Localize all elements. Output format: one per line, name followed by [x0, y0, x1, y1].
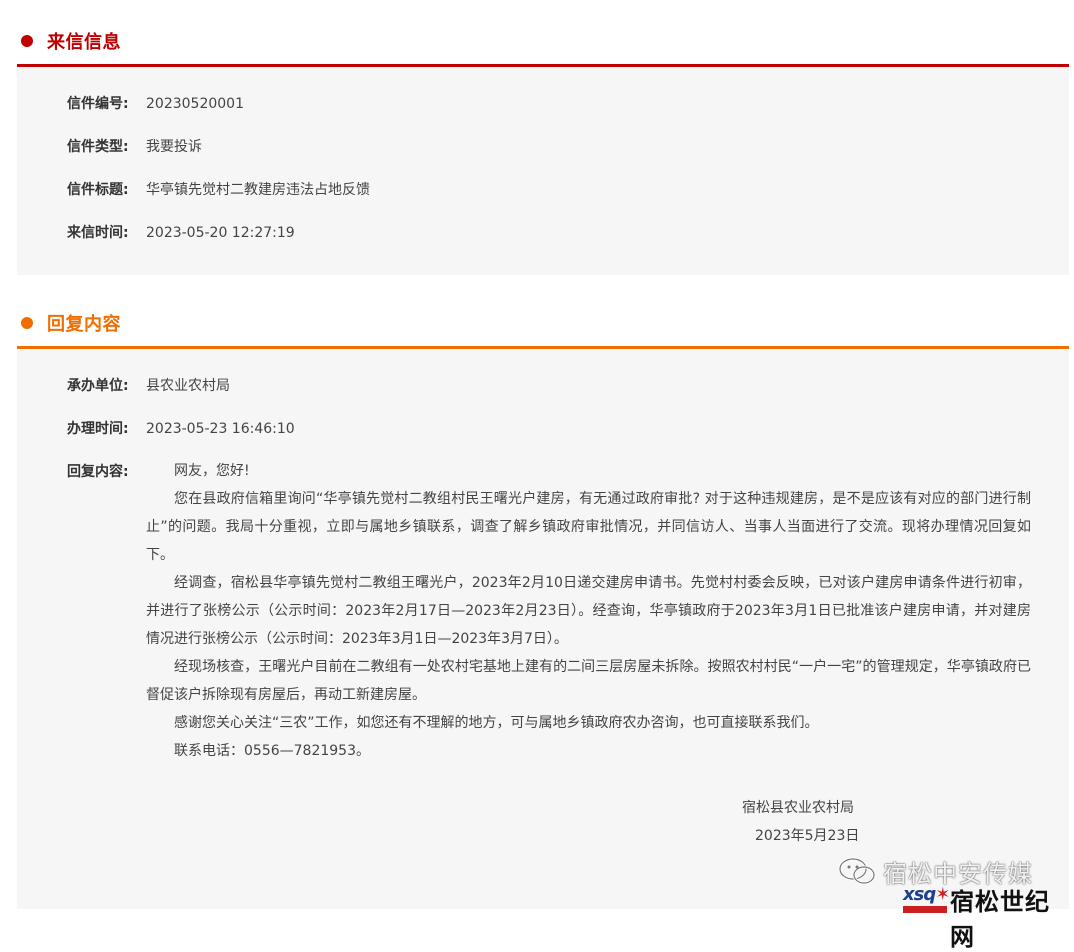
star-icon: ✶ [935, 884, 950, 905]
reply-paragraph: 您在县政府信箱里询问“华亭镇先觉村二教组村民王曙光户建房，有无通过政府审批? 对… [146, 491, 1031, 563]
letter-time-label: 来信时间: [67, 225, 129, 241]
site-logo-name: 宿松世纪网 [950, 888, 1050, 951]
letter-time-row: 来信时间: 2023-05-20 12:27:19 [67, 223, 295, 243]
handling-time-row: 办理时间: 2023-05-23 16:46:10 [67, 419, 295, 439]
reply-content-label: 回复内容: [67, 464, 129, 480]
bullet-dot-icon [21, 317, 33, 329]
letter-number-label: 信件编号: [67, 96, 129, 112]
site-logo-mark: xsq✶ [903, 884, 950, 905]
letter-type-row: 信件类型: 我要投诉 [67, 137, 202, 157]
letter-title-value: 华亭镇先觉村二教建房违法占地反馈 [146, 182, 370, 198]
letter-number-row: 信件编号: 20230520001 [67, 94, 244, 114]
reply-paragraph: 感谢您关心关注“三农”工作，如您还有不理解的地方，可与属地乡镇政府农办咨询，也可… [174, 715, 819, 731]
reply-panel: 承办单位: 县农业农村局 办理时间: 2023-05-23 16:46:10 回… [17, 349, 1069, 909]
reply-signature: 宿松县农业农村局 [742, 800, 854, 816]
handling-time-value: 2023-05-23 16:46:10 [146, 421, 295, 437]
site-logo-abbr: xsq [903, 884, 936, 905]
handling-unit-row: 承办单位: 县农业农村局 [67, 376, 230, 396]
handling-unit-value: 县农业农村局 [146, 378, 230, 394]
letter-number-value: 20230520001 [146, 96, 244, 112]
letter-type-value: 我要投诉 [146, 139, 202, 155]
reply-content-row: 回复内容: [67, 462, 146, 482]
letter-title-row: 信件标题: 华亭镇先觉村二教建房违法占地反馈 [67, 180, 370, 200]
bullet-dot-icon [21, 35, 33, 47]
letter-title-label: 信件标题: [67, 182, 129, 198]
wechat-icon [838, 857, 876, 885]
reply-paragraph: 经调查，宿松县华亭镇先觉村二教组王曙光户，2023年2月10日递交建房申请书。先… [146, 575, 1031, 647]
letter-type-label: 信件类型: [67, 139, 129, 155]
handling-unit-label: 承办单位: [67, 378, 129, 394]
reply-date: 2023年5月23日 [755, 828, 860, 844]
reply-title: 回复内容 [47, 314, 121, 335]
reply-body: 网友，您好! 您在县政府信箱里询问“华亭镇先觉村二教组村民王曙光户建房，有无通过… [146, 457, 1031, 765]
letter-info-panel: 信件编号: 20230520001 信件类型: 我要投诉 信件标题: 华亭镇先觉… [17, 67, 1069, 275]
reply-header: 回复内容 [17, 310, 1069, 336]
reply-paragraph: 网友，您好! [174, 463, 250, 479]
letter-info-header: 来信信息 [17, 28, 1069, 54]
reply-paragraph: 经现场核查，王曙光户目前在二教组有一处农村宅基地上建有的二间三层房屋未拆除。按照… [146, 659, 1031, 703]
reply-paragraph: 联系电话：0556—7821953。 [174, 743, 370, 759]
letter-info-title: 来信信息 [47, 32, 121, 53]
handling-time-label: 办理时间: [67, 421, 129, 437]
site-logo-bar [903, 906, 947, 913]
letter-time-value: 2023-05-20 12:27:19 [146, 225, 295, 241]
